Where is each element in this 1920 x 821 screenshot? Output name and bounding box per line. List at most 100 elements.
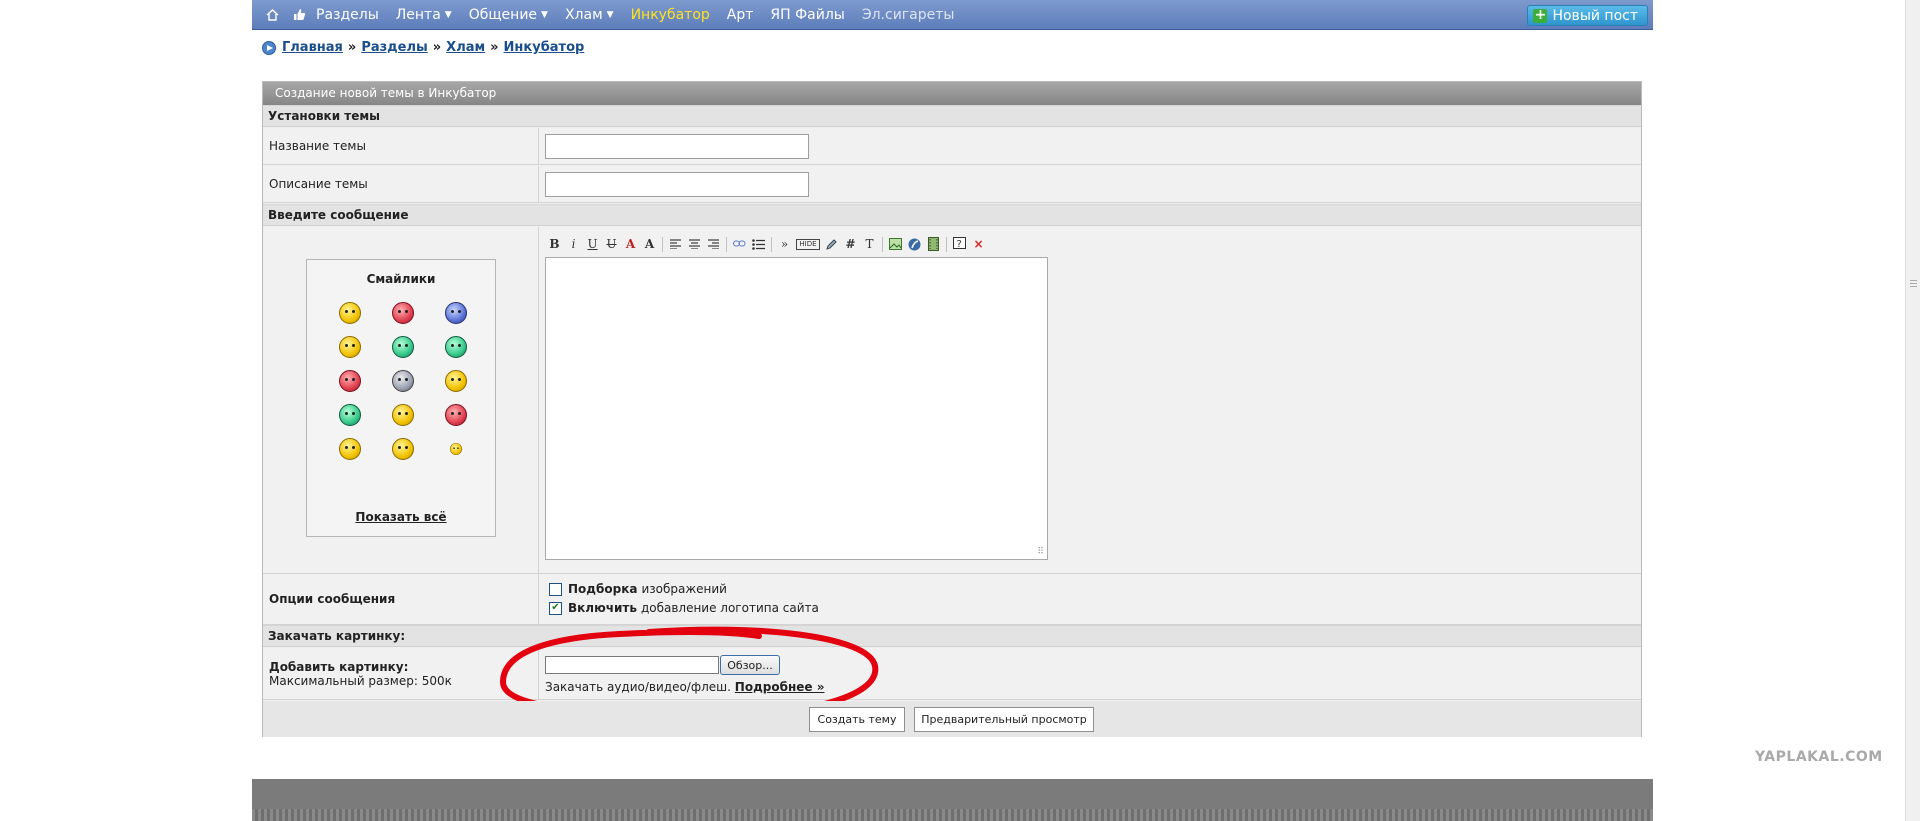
topic-name-input[interactable] xyxy=(545,134,809,159)
italic-icon[interactable]: i xyxy=(564,235,583,254)
smiley-applause-icon[interactable] xyxy=(391,404,414,426)
nav-item-sections[interactable]: Разделы xyxy=(316,7,379,23)
topic-name-label: Название темы xyxy=(263,128,539,164)
breadcrumb-link-home[interactable]: Главная xyxy=(282,40,343,55)
message-row: Смайлики Показать всё B i U U A A » HIDE… xyxy=(263,227,1641,574)
plus-icon: + xyxy=(1533,6,1548,23)
form-actions-row: Создать тему Предварительный просмотр xyxy=(263,701,1641,737)
smiley-shooter-icon[interactable] xyxy=(338,370,361,392)
flash-icon[interactable] xyxy=(905,235,924,254)
vertical-scrollbar[interactable] xyxy=(1905,0,1920,821)
smiley-love-icon[interactable] xyxy=(391,302,414,324)
nav-item-label: Общение xyxy=(468,6,538,23)
more-info-link[interactable]: Подробнее » xyxy=(735,680,825,694)
help-icon[interactable]: ? xyxy=(950,235,969,254)
smiley-cool-icon[interactable] xyxy=(338,302,361,324)
scrollbar-grip-line xyxy=(1910,280,1917,281)
smiley-sparkle-icon[interactable] xyxy=(450,442,463,456)
upload-label: Добавить картинку: xyxy=(269,659,409,674)
breadcrumb-link-junk[interactable]: Хлам xyxy=(446,40,485,55)
form-title: Создание новой темы в Инкубатор xyxy=(263,82,1641,105)
scrollbar-grip-line xyxy=(1910,286,1917,287)
browse-button[interactable]: Обзор... xyxy=(720,655,780,675)
nav-item-label: Разделы xyxy=(316,6,379,23)
nav-item-incubator[interactable]: Инкубатор xyxy=(631,7,710,23)
topic-description-input[interactable] xyxy=(545,172,809,197)
strikethrough-icon[interactable]: U xyxy=(602,235,621,254)
video-icon[interactable] xyxy=(924,235,943,254)
align-left-icon[interactable] xyxy=(666,235,685,254)
show-all-smileys-link[interactable]: Показать всё xyxy=(307,510,495,524)
smiley-medal-icon[interactable] xyxy=(338,438,361,460)
caret-down-icon: ▼ xyxy=(444,9,452,20)
preview-button[interactable]: Предварительный просмотр xyxy=(914,707,1094,732)
hide-icon[interactable]: HIDE xyxy=(796,238,820,250)
scrollbar-grip-line xyxy=(1910,283,1917,284)
smileys-panel: Смайлики Показать всё xyxy=(306,259,496,537)
file-path-input[interactable] xyxy=(545,656,719,674)
breadcrumb-separator: » xyxy=(432,40,442,55)
align-right-icon[interactable] xyxy=(704,235,723,254)
nav-item-feed[interactable]: Лента ▼ xyxy=(396,7,452,23)
smiley-crying-icon[interactable] xyxy=(445,302,468,324)
toolbar-separator xyxy=(726,236,727,252)
breadcrumb-link-incubator[interactable]: Инкубатор xyxy=(504,40,585,55)
editor-toolbar: B i U U A A » HIDE # T ? × xyxy=(545,234,988,254)
link-icon[interactable] xyxy=(730,235,749,254)
create-topic-button[interactable]: Создать тему xyxy=(809,707,905,732)
smiley-pacman-icon[interactable] xyxy=(338,404,361,426)
option-logo: ✔ Включить добавление логотипа сайта xyxy=(549,601,819,615)
close-icon[interactable]: × xyxy=(969,235,988,254)
bold-icon[interactable]: B xyxy=(545,235,564,254)
underline-icon[interactable]: U xyxy=(583,235,602,254)
quote-icon[interactable]: » xyxy=(775,235,794,254)
align-center-icon[interactable] xyxy=(685,235,704,254)
smiley-sad-icon[interactable] xyxy=(338,336,361,358)
message-textarea[interactable]: ⠿ xyxy=(545,257,1048,560)
smileys-grid xyxy=(323,302,483,460)
nav-item-label: Эл.сигареты xyxy=(861,6,955,23)
breadcrumb-separator: » xyxy=(347,40,357,55)
nav-item-junk[interactable]: Хлам ▼ xyxy=(565,7,614,23)
logo-checkbox[interactable]: ✔ xyxy=(549,601,562,615)
option-logo-text: добавление логотипа сайта xyxy=(640,601,819,615)
smiley-gun-icon[interactable] xyxy=(391,336,414,358)
smiley-round-icon[interactable] xyxy=(445,336,468,358)
upload-row: Добавить картинку: Максимальный размер: … xyxy=(263,626,1641,720)
text-icon[interactable]: T xyxy=(860,235,879,254)
nav-item-yap-files[interactable]: ЯП Файлы xyxy=(770,7,844,23)
image-icon[interactable] xyxy=(886,235,905,254)
resize-grip-icon[interactable]: ⠿ xyxy=(1037,548,1044,557)
message-options-row: Опции сообщения Подборка изображений ✔ В… xyxy=(263,574,1641,625)
new-post-button[interactable]: + Новый пост xyxy=(1527,5,1648,26)
gallery-checkbox[interactable] xyxy=(549,582,562,596)
smiley-laugh-icon[interactable] xyxy=(391,438,414,460)
nav-item-art[interactable]: Арт xyxy=(727,7,754,23)
site-watermark: YAPLAKAL.COM xyxy=(1755,749,1883,765)
smiley-kiss-icon[interactable] xyxy=(445,404,468,426)
new-post-label: Новый пост xyxy=(1552,7,1638,24)
message-left-cell: Смайлики Показать всё xyxy=(263,227,539,573)
footer-bar xyxy=(252,779,1653,821)
toolbar-separator xyxy=(946,236,947,252)
font-color-icon[interactable]: A xyxy=(621,235,640,254)
thumbs-up-icon[interactable] xyxy=(293,8,306,21)
nav-item-e-cigarettes[interactable]: Эл.сигареты xyxy=(862,7,955,23)
font-size-icon[interactable]: A xyxy=(640,235,659,254)
upload-hint-text: Закачать аудио/видео/флеш. xyxy=(545,680,731,694)
footer-stripe xyxy=(252,809,1653,821)
breadcrumb-link-sections[interactable]: Разделы xyxy=(361,40,427,55)
hash-icon[interactable]: # xyxy=(841,235,860,254)
smileys-title: Смайлики xyxy=(366,272,436,286)
nav-item-communication[interactable]: Общение ▼ xyxy=(469,7,548,23)
smiley-guitar-icon[interactable] xyxy=(445,370,468,392)
upload-limit: Максимальный размер: 500к xyxy=(269,673,452,688)
list-icon[interactable] xyxy=(749,235,768,254)
nav-item-label: ЯП Файлы xyxy=(770,6,845,23)
smiley-boxer-icon[interactable] xyxy=(391,370,414,392)
arrow-circle-icon xyxy=(262,40,276,55)
breadcrumb-separator: » xyxy=(490,40,499,55)
home-icon[interactable] xyxy=(266,8,279,21)
edit-icon[interactable] xyxy=(822,235,841,254)
option-gallery: Подборка изображений xyxy=(549,582,727,596)
